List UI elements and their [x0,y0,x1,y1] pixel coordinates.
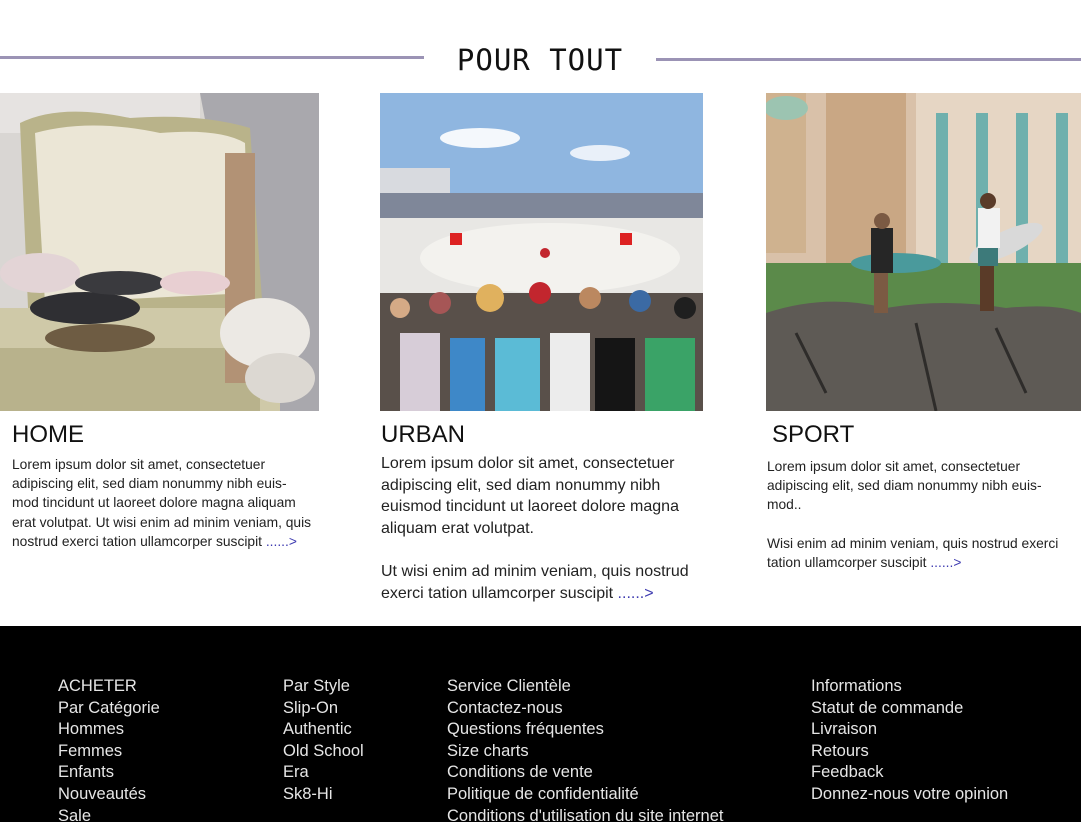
footer-link[interactable]: Old School [283,741,364,763]
footer-link[interactable]: Era [283,762,364,784]
card-description: Lorem ipsum dolor sit amet, consectetuer… [12,455,312,551]
footer-link[interactable]: ACHETER [58,676,160,698]
card-description: Lorem ipsum dolor sit amet, consectetuer… [381,453,706,604]
section-title: POUR TOUT [456,43,624,77]
footer-link[interactable]: Retours [811,741,1008,763]
card-title: HOME [12,421,84,448]
section-divider-right [656,58,1081,61]
card-paragraph: Wisi enim ad minim veniam, quis nostrud … [767,534,1067,572]
sport-photo[interactable] [766,93,1081,411]
footer-link[interactable]: Service Clientèle [447,676,723,698]
read-more-link[interactable]: ......> [930,555,961,570]
footer-link[interactable]: Questions fréquentes [447,719,723,741]
read-more-link[interactable]: ......> [618,585,654,602]
card-paragraph-text: Wisi enim ad minim veniam, quis nostrud … [767,535,1059,570]
footer-link[interactable]: Par Catégorie [58,698,160,720]
footer-column-shop: ACHETER Par Catégorie Hommes Femmes Enfa… [58,676,160,827]
footer-link[interactable]: Nouveautés [58,784,160,806]
footer-link[interactable]: Statut de commande [811,698,1008,720]
footer-link[interactable]: Contactez-nous [447,698,723,720]
footer-link[interactable]: Authentic [283,719,364,741]
footer-column-service: Service Clientèle Contactez-nous Questio… [447,676,723,827]
footer-link[interactable]: Slip-On [283,698,364,720]
footer-link[interactable]: Sk8-Hi [283,784,364,806]
card-paragraph: Lorem ipsum dolor sit amet, consectetuer… [381,455,679,537]
footer-column-info: Informations Statut de commande Livraiso… [811,676,1008,806]
card-title: SPORT [772,421,855,448]
footer-link[interactable]: Femmes [58,741,160,763]
footer-link[interactable]: Conditions de vente [447,762,723,784]
card-title: URBAN [381,421,466,448]
footer-link[interactable]: Livraison [811,719,1008,741]
footer-link[interactable]: Enfants [58,762,160,784]
footer-link[interactable]: Sale [58,806,160,827]
site-footer: ACHETER Par Catégorie Hommes Femmes Enfa… [0,626,1081,825]
footer-link[interactable]: Size charts [447,741,723,763]
card-paragraph: Ut wisi enim ad minim veniam, quis nostr… [381,561,706,604]
section-divider-left [0,56,424,59]
home-photo[interactable] [0,93,319,411]
footer-link[interactable]: Conditions d'utilisation du site interne… [447,806,723,827]
footer-link[interactable]: Feedback [811,762,1008,784]
urban-photo[interactable] [380,93,703,411]
footer-link[interactable]: Par Style [283,676,364,698]
footer-link[interactable]: Informations [811,676,1008,698]
card-paragraph: Lorem ipsum dolor sit amet, consectetuer… [767,459,1042,513]
footer-column-style: Par Style Slip-On Authentic Old School E… [283,676,364,806]
footer-link[interactable]: Donnez-nous votre opinion [811,784,1008,806]
footer-link[interactable]: Politique de confidentialité [447,784,723,806]
footer-link[interactable]: Hommes [58,719,160,741]
read-more-link[interactable]: ......> [266,534,297,549]
card-description: Lorem ipsum dolor sit amet, consectetuer… [767,457,1067,572]
